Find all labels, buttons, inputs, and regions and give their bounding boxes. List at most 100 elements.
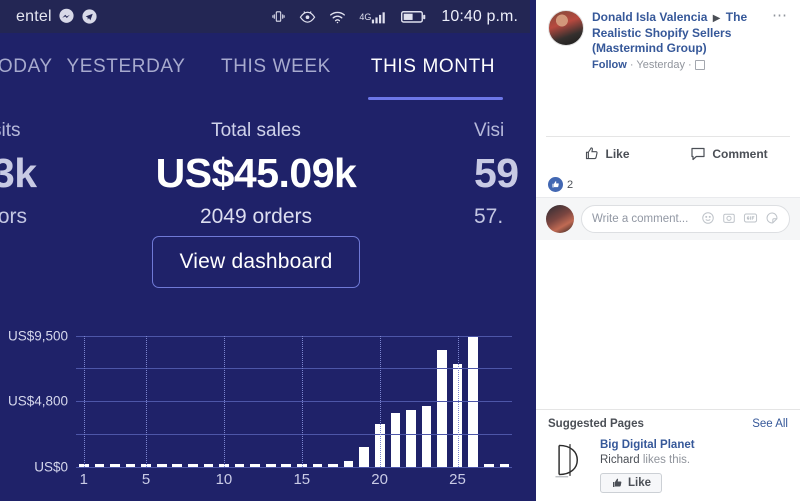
metric-card-next[interactable]: Visi 59 57. — [474, 100, 530, 232]
comment-input-icons — [701, 211, 779, 228]
viewer-avatar[interactable] — [546, 205, 574, 233]
statusbar-right-cluster: 4G 10:40 p.m. — [265, 8, 518, 26]
thumbs-up-outline-icon — [586, 147, 599, 160]
chart-y-tick-label: US$4,800 — [7, 393, 68, 409]
post-timestamp[interactable]: Yesterday — [636, 59, 685, 71]
wifi-icon — [329, 10, 346, 24]
ellipsis-icon[interactable]: ⋯ — [766, 8, 788, 23]
chart-bar[interactable] — [421, 406, 432, 467]
chart-x-tick-label: 1 — [79, 471, 88, 488]
suggested-page-item: Big Digital Planet Richard likes this. L… — [548, 438, 788, 493]
gif-icon[interactable] — [743, 211, 758, 228]
post-byline: Donald Isla Valencia ▶ The Realistic Sho… — [592, 10, 766, 56]
telegram-icon — [81, 8, 98, 25]
shopify-mobile-app: entel 4G 10:40 p.m. ODAY YESTERDAY THIS … — [0, 0, 530, 501]
chart-vertical-gridline — [83, 336, 85, 467]
post-author-name[interactable]: Donald Isla Valencia — [592, 10, 707, 24]
chart-vertical-gridline — [146, 336, 148, 467]
chart-vertical-gridline — [301, 336, 303, 467]
chart-vertical-gridline — [457, 336, 459, 467]
chart-gridline — [76, 467, 512, 468]
suggested-page-body: Big Digital Planet Richard likes this. L… — [600, 438, 695, 493]
chart-x-axis: 1 5 10 15 20 25 — [76, 469, 512, 499]
signal-icon: 4G — [359, 10, 388, 24]
metric-card-carousel: sits 3k tors Total sales US$45.09k 2049 … — [0, 100, 530, 288]
chart-gridline — [76, 336, 512, 337]
chart-gridline — [76, 433, 512, 435]
meta-sep-1: · — [629, 59, 634, 71]
vibrate-icon — [271, 9, 286, 24]
comment-input[interactable]: Write a comment... — [581, 205, 790, 233]
chart-x-tick-label: 5 — [141, 471, 151, 488]
comment-bubble-icon — [691, 147, 705, 161]
reaction-count: 2 — [567, 178, 574, 191]
big-digital-planet-logo[interactable] — [548, 438, 592, 482]
chart-vertical-gridline — [379, 336, 381, 467]
metric-card-next-value: 59 — [474, 150, 519, 196]
total-sales-label: Total sales — [211, 120, 301, 141]
post-meta: Follow · Yesterday · — [592, 58, 766, 72]
metric-card-previous-value: 3k — [0, 150, 37, 196]
social-proof-friend: Richard — [600, 454, 640, 466]
chart-x-tick-label: 10 — [215, 471, 233, 488]
tab-today[interactable]: TODAY — [0, 33, 53, 100]
tab-this-month[interactable]: THIS MONTH — [350, 33, 516, 100]
like-reaction-icon — [548, 177, 563, 192]
social-proof-rest: likes this. — [639, 454, 691, 466]
tab-this-week[interactable]: THIS WEEK — [202, 33, 350, 100]
android-status-bar: entel 4G 10:40 p.m. — [0, 0, 530, 33]
reaction-summary[interactable]: 2 — [536, 170, 800, 197]
period-tabs: TODAY YESTERDAY THIS WEEK THIS MONTH — [0, 33, 530, 100]
camera-icon[interactable] — [722, 211, 736, 228]
metric-card-previous[interactable]: sits 3k tors — [0, 100, 38, 232]
chart-bar[interactable] — [359, 447, 370, 467]
chart-x-tick-label: 25 — [449, 471, 466, 488]
metric-card-total-sales[interactable]: Total sales US$45.09k 2049 orders View d… — [38, 100, 474, 288]
emoji-icon[interactable] — [701, 211, 715, 228]
eye-icon — [299, 9, 316, 24]
meta-sep-2: · — [688, 59, 692, 71]
follow-link[interactable]: Follow — [592, 59, 627, 71]
chart-x-tick-label: 15 — [293, 471, 311, 488]
post-body-spacer — [536, 78, 800, 136]
comment-button[interactable]: Comment — [668, 146, 790, 161]
total-sales-value: US$45.09k — [155, 150, 357, 196]
chart-gridline — [76, 400, 512, 402]
like-button-label: Like — [605, 146, 630, 161]
chart-bar[interactable] — [437, 349, 447, 467]
chart-plot-area — [76, 336, 512, 468]
metric-card-previous-label: sits — [0, 120, 21, 141]
chart-x-tick-label: 20 — [371, 471, 388, 488]
suggested-page-like-label: Like — [628, 477, 652, 489]
suggested-page-like-button[interactable]: Like — [600, 473, 663, 493]
chart-gridline — [76, 368, 512, 370]
battery-icon — [401, 10, 426, 24]
comment-composer: Write a comment... — [536, 197, 800, 240]
post-header: Donald Isla Valencia ▶ The Realistic Sho… — [536, 0, 800, 78]
clock-label: 10:40 p.m. — [441, 7, 518, 25]
sales-bar-chart: US$0 US$4,800 US$9,500 1 5 10 15 20 25 — [0, 329, 530, 501]
see-all-link[interactable]: See All — [752, 418, 788, 430]
metric-card-next-sub: 57. — [474, 205, 504, 228]
tab-this-week-label: THIS WEEK — [221, 55, 331, 77]
chart-vertical-gridline — [223, 336, 225, 467]
suggested-pages-title: Suggested Pages — [548, 418, 644, 430]
post-action-bar: Like Comment — [546, 136, 790, 170]
facebook-post-panel: Donald Isla Valencia ▶ The Realistic Sho… — [536, 0, 800, 501]
sticker-icon[interactable] — [765, 211, 779, 228]
tab-yesterday[interactable]: YESTERDAY — [50, 33, 202, 100]
tab-today-label: TODAY — [0, 55, 53, 77]
chart-bar[interactable] — [406, 409, 416, 467]
view-dashboard-button[interactable]: View dashboard — [152, 236, 360, 288]
chart-y-tick-label: US$0 — [34, 459, 68, 475]
chart-bar[interactable] — [390, 413, 401, 467]
metric-card-next-label: Visi — [474, 120, 505, 141]
network-type-label: 4G — [359, 11, 372, 22]
author-avatar[interactable] — [548, 10, 584, 46]
thumbs-up-filled-icon — [613, 478, 622, 487]
like-button[interactable]: Like — [546, 146, 668, 161]
suggested-page-name[interactable]: Big Digital Planet — [600, 438, 695, 453]
comment-button-label: Comment — [712, 146, 768, 161]
byline-arrow-icon: ▶ — [712, 13, 721, 24]
suggested-page-social-proof: Richard likes this. — [600, 453, 695, 468]
